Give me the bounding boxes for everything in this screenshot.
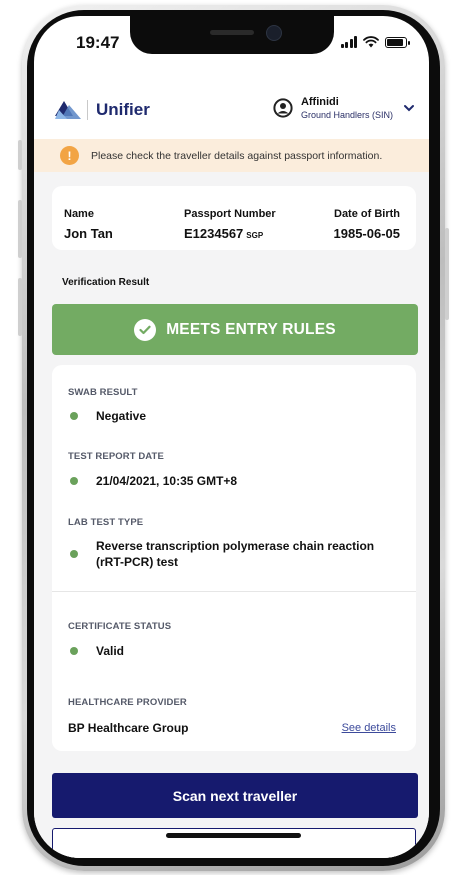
app-logo[interactable]: Unifier — [55, 100, 150, 120]
battery-icon — [385, 36, 410, 48]
entry-rules-status-text: MEETS ENTRY RULES — [166, 320, 336, 338]
traveller-name: Name Jon Tan — [64, 208, 113, 241]
passport-value: E1234567 SGP — [184, 226, 276, 241]
passport-country: SGP — [246, 231, 264, 240]
healthcare-provider-label: HEALTHCARE PROVIDER — [68, 697, 187, 708]
camera-notch — [130, 16, 334, 54]
lab-test-type-value: Reverse transcription polymerase chain r… — [96, 539, 375, 569]
traveller-passport: Passport Number E1234567 SGP — [184, 208, 276, 241]
swab-result-value: Negative — [96, 409, 147, 423]
certificate-status-label: CERTIFICATE STATUS — [68, 621, 172, 632]
check-icon — [134, 318, 157, 341]
account-switcher[interactable]: Affinidi Ground Handlers (SIN) — [273, 96, 415, 120]
user-name: Affinidi — [300, 96, 339, 108]
status-icons — [340, 36, 410, 48]
wifi-icon — [363, 36, 379, 48]
user-circle-icon — [273, 98, 293, 118]
side-button-volume-up — [18, 200, 22, 258]
warning-text: Please check the traveller details again… — [91, 149, 383, 162]
dot-icon — [70, 412, 78, 420]
home-indicator[interactable] — [166, 833, 301, 838]
test-report-date-value: 21/04/2021, 10:35 GMT+8 — [96, 474, 238, 488]
side-button-silent — [18, 140, 22, 170]
dot-icon — [70, 647, 78, 655]
dob-label: Date of Birth — [334, 208, 400, 220]
entry-rules-status-banner: MEETS ENTRY RULES — [52, 304, 418, 355]
dob-value: 1985-06-05 — [333, 226, 401, 241]
test-details-card: SWAB RESULT Negative TEST REPORT DATE 21… — [52, 365, 416, 751]
cellular-signal-icon — [340, 36, 357, 48]
see-details-link[interactable]: See details — [342, 722, 396, 734]
test-report-date-label: TEST REPORT DATE — [68, 451, 164, 462]
swab-result-row: Negative — [70, 408, 146, 424]
scan-next-traveller-button[interactable]: Scan next traveller — [52, 773, 418, 818]
status-time: 19:47 — [76, 33, 120, 52]
logo-text: Unifier — [96, 100, 150, 119]
passport-warning-banner: ! Please check the traveller details aga… — [34, 139, 429, 172]
app-screen: 19:47 Unifier Affinidi Ground Handlers (… — [34, 16, 429, 858]
front-camera — [266, 25, 282, 41]
name-label: Name — [64, 208, 94, 220]
chevron-down-icon[interactable] — [403, 102, 415, 114]
logo-divider — [87, 100, 88, 120]
test-report-date-row: 21/04/2021, 10:35 GMT+8 — [70, 473, 237, 489]
side-button-power — [445, 228, 449, 320]
traveller-card: Name Jon Tan Passport Number E1234567 SGP… — [52, 186, 416, 250]
lab-test-type-label: LAB TEST TYPE — [68, 517, 144, 528]
lab-test-type-row: Reverse transcription polymerase chain r… — [70, 538, 392, 570]
traveller-dob: Date of Birth 1985-06-05 — [334, 208, 401, 241]
unifier-logo-icon — [55, 101, 81, 119]
certificate-status-row: Valid — [70, 643, 124, 659]
details-divider — [52, 591, 416, 592]
side-button-volume-down — [18, 278, 22, 336]
verification-content: Name Jon Tan Passport Number E1234567 SGP… — [34, 172, 429, 858]
user-organization: Ground Handlers (SIN) — [300, 110, 393, 120]
verification-result-label: Verification Result — [62, 277, 150, 288]
swab-result-label: SWAB RESULT — [68, 387, 138, 398]
app-header: Unifier Affinidi Ground Handlers (SIN) — [34, 86, 429, 136]
passport-number: E1234567 — [184, 226, 244, 241]
passport-label: Passport Number — [184, 208, 276, 220]
exclamation-icon: ! — [60, 146, 79, 165]
healthcare-provider-value: BP Healthcare Group — [68, 721, 189, 735]
certificate-status-value: Valid — [96, 644, 125, 658]
dot-icon — [70, 550, 78, 558]
account-info: Affinidi Ground Handlers (SIN) — [301, 96, 393, 120]
dot-icon — [70, 477, 78, 485]
name-value: Jon Tan — [64, 226, 113, 241]
speaker-grille — [210, 30, 254, 35]
